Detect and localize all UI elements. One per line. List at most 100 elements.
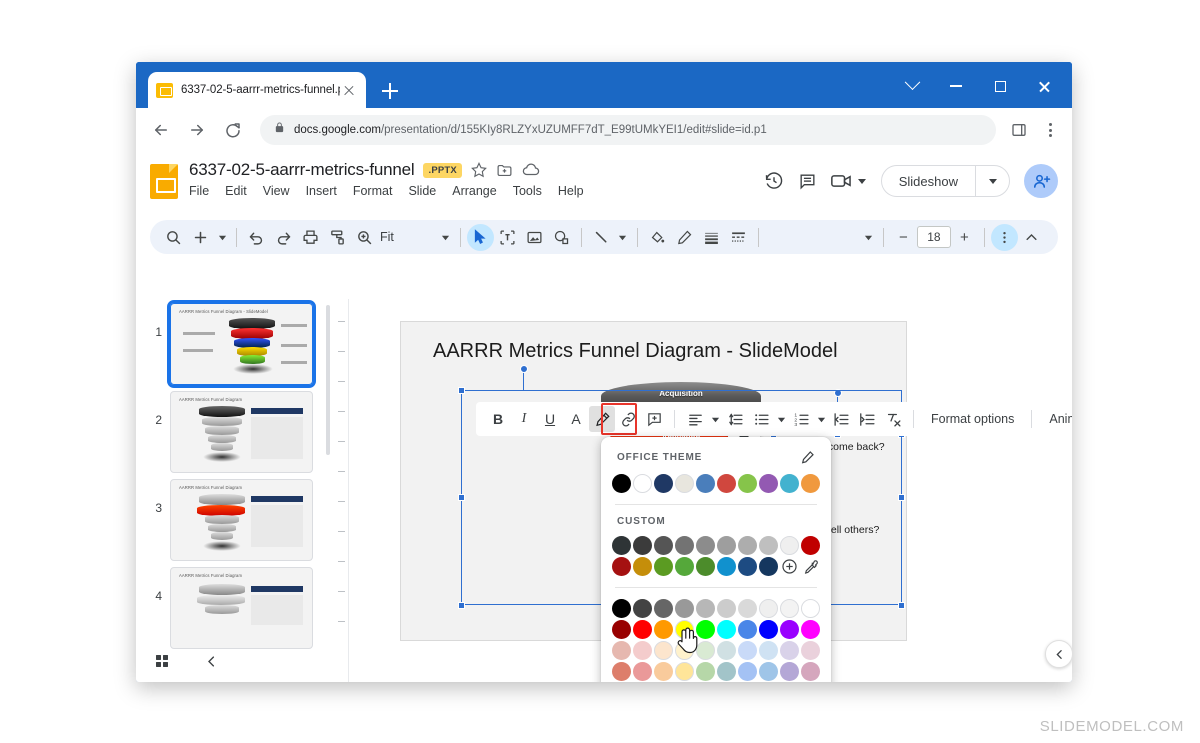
menu-arrange[interactable]: Arrange [452,184,496,198]
palette-swatch-0-1[interactable] [633,599,652,618]
reload-icon[interactable] [218,115,248,145]
eyedropper-icon[interactable] [801,557,820,576]
chevron-down-icon[interactable] [890,70,934,102]
add-slide-icon[interactable] [187,224,214,251]
menu-edit[interactable]: Edit [225,184,247,198]
list-item[interactable]: 3 AARRR Metrics Funnel Diagram [136,479,332,561]
comment-icon[interactable] [798,172,817,191]
add-slide-dropdown-icon[interactable] [214,225,230,249]
add-custom-color-icon[interactable] [780,557,799,576]
fill-color-icon[interactable] [644,224,671,251]
highlight-pen-icon[interactable] [589,406,615,432]
text-color-button[interactable]: A [563,406,589,432]
zoom-icon[interactable] [351,224,378,251]
palette-swatch-2-1[interactable] [633,641,652,660]
thumbnail-slide-3[interactable]: AARRR Metrics Funnel Diagram [170,479,313,561]
menu-view[interactable]: View [263,184,290,198]
browser-menu-icon[interactable] [1038,117,1062,143]
palette-swatch-3-8[interactable] [780,662,799,681]
palette-swatch-0-3[interactable] [675,599,694,618]
version-history-icon[interactable] [764,171,784,191]
theme-color-swatch-0[interactable] [612,474,631,493]
browser-tab[interactable]: 6337-02-5-aarrr-metrics-funnel.p [148,72,366,108]
add-comment-icon[interactable] [641,406,667,432]
custom-color-swatch-b0[interactable] [612,557,631,576]
thumbnail-slide-2[interactable]: AARRR Metrics Funnel Diagram [170,391,313,473]
palette-swatch-2-7[interactable] [759,641,778,660]
align-left-icon[interactable] [682,406,708,432]
search-icon[interactable] [160,224,187,251]
palette-swatch-2-0[interactable] [612,641,631,660]
theme-color-swatch-1[interactable] [633,474,652,493]
align-dropdown-icon[interactable] [708,406,722,432]
decrease-font-size-button[interactable]: − [890,224,917,251]
palette-swatch-1-2[interactable] [654,620,673,639]
thumbnail-slide-1[interactable]: AARRR Metrics Funnel Diagram - SlideMode… [170,303,313,385]
palette-swatch-0-8[interactable] [780,599,799,618]
redo-icon[interactable] [270,224,297,251]
underline-button[interactable]: U [537,406,563,432]
menu-tools[interactable]: Tools [513,184,542,198]
zoom-dropdown-icon[interactable] [438,225,454,249]
menu-file[interactable]: File [189,184,209,198]
resize-handle[interactable] [458,602,465,609]
custom-color-swatch-3[interactable] [675,536,694,555]
custom-color-swatch-5[interactable] [717,536,736,555]
palette-swatch-3-7[interactable] [759,662,778,681]
custom-color-swatch-b4[interactable] [696,557,715,576]
palette-swatch-0-4[interactable] [696,599,715,618]
palette-swatch-3-6[interactable] [738,662,757,681]
menu-help[interactable]: Help [558,184,584,198]
theme-color-swatch-6[interactable] [738,474,757,493]
palette-swatch-3-0[interactable] [612,662,631,681]
resize-handle[interactable] [898,602,905,609]
increase-font-size-button[interactable]: + [951,224,978,251]
slide-title[interactable]: AARRR Metrics Funnel Diagram - SlideMode… [433,340,838,363]
border-weight-icon[interactable] [698,224,725,251]
custom-color-swatch-8[interactable] [780,536,799,555]
resize-handle[interactable] [458,387,465,394]
side-panel-icon[interactable] [1006,117,1032,143]
print-icon[interactable] [297,224,324,251]
palette-swatch-1-9[interactable] [801,620,820,639]
palette-swatch-3-2[interactable] [654,662,673,681]
custom-color-swatch-2[interactable] [654,536,673,555]
close-window-icon[interactable] [1022,70,1066,102]
star-icon[interactable] [471,162,487,178]
url-bar[interactable]: docs.google.com/presentation/d/155KIy8RL… [260,115,996,145]
cloud-saved-icon[interactable] [522,161,540,179]
theme-color-swatch-2[interactable] [654,474,673,493]
maximize-icon[interactable] [978,70,1022,102]
custom-color-swatch-9[interactable] [801,536,820,555]
menu-slide[interactable]: Slide [408,184,436,198]
share-button[interactable] [1024,164,1058,198]
font-size-input[interactable]: 18 [917,226,951,248]
palette-swatch-2-8[interactable] [780,641,799,660]
custom-color-swatch-6[interactable] [738,536,757,555]
custom-color-swatch-b3[interactable] [675,557,694,576]
resize-handle[interactable] [898,494,905,501]
palette-swatch-3-4[interactable] [696,662,715,681]
text-box-icon[interactable] [494,224,521,251]
italic-button[interactable]: I [511,406,537,432]
increase-indent-icon[interactable] [854,406,880,432]
collapse-right-panel-button[interactable] [1045,640,1072,668]
forward-arrow-icon[interactable] [182,115,212,145]
list-item[interactable]: 4 AARRR Metrics Funnel Diagram [136,567,332,649]
palette-swatch-1-5[interactable] [717,620,736,639]
slideshow-dropdown-icon[interactable] [975,166,1009,196]
palette-swatch-1-0[interactable] [612,620,631,639]
move-to-folder-icon[interactable] [496,162,513,179]
shape-icon[interactable] [548,224,575,251]
numbered-list-icon[interactable]: 123 [788,406,814,432]
insert-link-icon[interactable] [615,406,641,432]
line-dropdown-icon[interactable] [615,225,631,249]
custom-color-swatch-b6[interactable] [738,557,757,576]
custom-color-swatch-b1[interactable] [633,557,652,576]
meet-icon[interactable] [831,173,867,189]
grid-view-icon[interactable] [154,653,170,669]
palette-swatch-3-5[interactable] [717,662,736,681]
list-item[interactable]: 1 AARRR Metrics Funnel Diagram - SlideMo… [136,303,332,385]
thumbnail-scrollbar[interactable] [326,305,330,455]
custom-color-swatch-1[interactable] [633,536,652,555]
